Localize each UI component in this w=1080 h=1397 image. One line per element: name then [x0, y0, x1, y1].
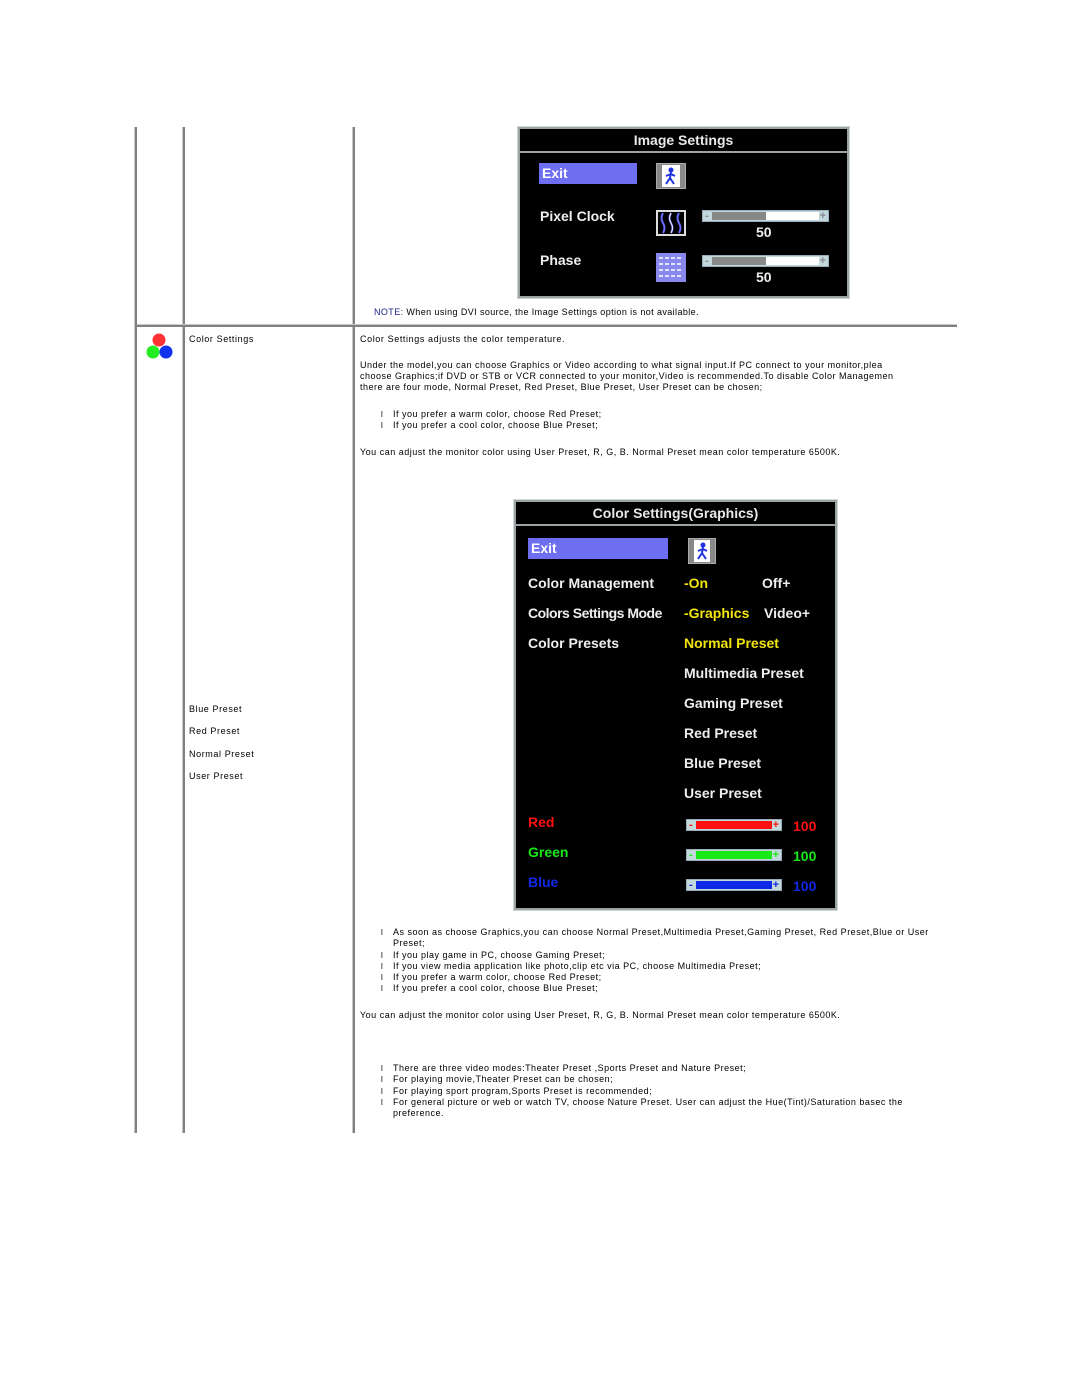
- list-item: l If you prefer a warm color, choose Red …: [381, 972, 602, 983]
- list-item: l If you prefer a warm color, choose Red …: [381, 409, 602, 419]
- note-text: When using DVI source, the Image Setting…: [403, 307, 699, 317]
- paragraph-line: Under the model,you can choose Graphics …: [360, 360, 883, 370]
- osd-title: Color Settings(Graphics): [516, 502, 835, 526]
- green-label: Green: [528, 844, 569, 860]
- color-settings-osd: Color Settings(Graphics) Exit Color Mana…: [514, 500, 837, 910]
- green-value: 100: [793, 848, 817, 864]
- list-item: l For general picture or web or watch TV,…: [381, 1096, 903, 1119]
- page: Image Settings Exit Pixel Clock - + 50 P…: [0, 0, 1080, 1397]
- preset-blue[interactable]: Blue Preset: [684, 755, 761, 771]
- list-item: l For playing movie,Theater Preset can be…: [381, 1074, 614, 1085]
- mode-video[interactable]: Video+: [764, 605, 810, 621]
- row-divider: [137, 324, 957, 327]
- sub-item-red-preset: Red Preset: [189, 726, 241, 736]
- blue-value: 100: [793, 878, 817, 894]
- mode-graphics[interactable]: -Graphics: [684, 605, 749, 621]
- preset-user[interactable]: User Preset: [684, 785, 762, 801]
- bullet-list-1: l If you prefer a warm color, choose Red …: [360, 409, 953, 432]
- table-border: [134, 127, 137, 1133]
- red-fill: [696, 821, 772, 829]
- pixel-clock-fill: [712, 212, 766, 220]
- exit-door-icon: [656, 163, 686, 189]
- list-item: l There are three video modes:Theater Pre…: [381, 1063, 747, 1073]
- color-management-label: Color Management: [528, 575, 655, 591]
- table-border: [352, 127, 355, 1133]
- green-slider[interactable]: - +: [686, 849, 782, 861]
- color-circles-icon: [145, 332, 177, 362]
- osd-exit-option[interactable]: Exit: [528, 538, 668, 559]
- green-fill: [696, 851, 772, 859]
- adjust-note-2: You can adjust the monitor color using U…: [360, 1010, 841, 1020]
- sub-item-normal-preset: Normal Preset: [189, 749, 255, 759]
- phase-value: 50: [756, 269, 772, 285]
- paragraph-line: choose Graphics;if DVD or STB or VCR con…: [360, 371, 894, 381]
- image-settings-osd: Image Settings Exit Pixel Clock - + 50 P…: [518, 127, 849, 298]
- phase-label: Phase: [540, 252, 582, 268]
- phase-icon: [656, 253, 686, 282]
- color-presets-label: Color Presets: [528, 635, 620, 651]
- list-item: l If you prefer a cool color, choose Blue…: [381, 420, 599, 431]
- blue-slider[interactable]: - +: [686, 879, 782, 891]
- red-value: 100: [793, 818, 817, 834]
- red-label: Red: [528, 814, 555, 830]
- phase-fill: [712, 257, 766, 265]
- color-settings-paragraph: Under the model,you can choose Graphics …: [360, 360, 953, 393]
- list-item: l If you prefer a cool color, choose Blue…: [381, 983, 599, 994]
- blue-fill: [696, 881, 772, 889]
- osd-exit-option[interactable]: Exit: [539, 163, 637, 184]
- pixel-clock-slider[interactable]: - +: [702, 210, 829, 222]
- bullet-list-3: l There are three video modes:Theater Pre…: [360, 1063, 953, 1119]
- pixel-clock-label: Pixel Clock: [540, 208, 615, 224]
- exit-door-icon: [688, 538, 716, 564]
- list-item: l For playing sport program,Sports Preset…: [381, 1085, 653, 1096]
- menu-name-color-settings: Color Settings: [189, 334, 254, 344]
- sub-item-blue-preset: Blue Preset: [189, 704, 243, 714]
- osd-title: Image Settings: [520, 129, 847, 153]
- pixel-clock-icon: [656, 210, 686, 236]
- color-management-off[interactable]: Off+: [762, 575, 790, 591]
- pixel-clock-value: 50: [756, 224, 772, 240]
- table-border: [182, 127, 185, 1133]
- preset-gaming[interactable]: Gaming Preset: [684, 695, 783, 711]
- color-settings-intro: Color Settings adjusts the color tempera…: [360, 334, 566, 344]
- preset-red[interactable]: Red Preset: [684, 725, 757, 741]
- note-label: NOTE:: [374, 307, 404, 317]
- sub-item-user-preset: User Preset: [189, 771, 244, 781]
- phase-slider[interactable]: - +: [702, 255, 829, 267]
- preset-normal[interactable]: Normal Preset: [684, 635, 779, 651]
- list-item: l If you view media application like phot…: [381, 960, 762, 971]
- list-item: l As soon as choose Graphics,you can choo…: [381, 927, 929, 949]
- preset-multimedia[interactable]: Multimedia Preset: [684, 665, 804, 681]
- blue-label: Blue: [528, 874, 559, 890]
- color-settings-mode-label: Colors Settings Mode: [528, 605, 662, 621]
- dvi-note: NOTE: When using DVI source, the Image S…: [374, 307, 699, 318]
- red-slider[interactable]: - +: [686, 819, 782, 831]
- color-management-on[interactable]: -On: [684, 575, 708, 591]
- bullet-list-2: l As soon as choose Graphics,you can choo…: [360, 927, 953, 995]
- list-item: l If you play game in PC, choose Gaming P…: [381, 949, 606, 960]
- paragraph-line: there are four mode, Normal Preset, Red …: [360, 382, 763, 392]
- adjust-note-1: You can adjust the monitor color using U…: [360, 447, 841, 457]
